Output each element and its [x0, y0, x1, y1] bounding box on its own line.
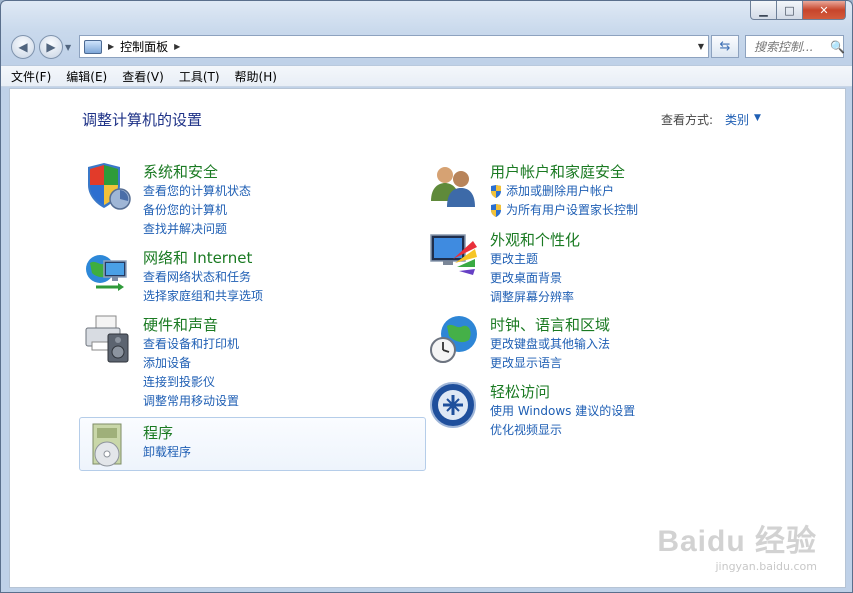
- network-globe-icon: [86, 255, 127, 291]
- link-backup-computer[interactable]: 备份您的计算机: [143, 201, 251, 220]
- chevron-down-icon[interactable]: ▼: [754, 113, 761, 123]
- link-recommended-settings[interactable]: 使用 Windows 建议的设置: [490, 402, 635, 421]
- ease-of-access-icon: [430, 382, 476, 428]
- printer-speaker-icon: [85, 315, 129, 363]
- back-button[interactable]: ◀: [11, 35, 35, 59]
- category-title[interactable]: 硬件和声音: [143, 314, 218, 335]
- link-label[interactable]: 添加或删除用户帐户: [506, 182, 614, 201]
- recent-pages-dropdown[interactable]: ▼: [65, 43, 71, 52]
- search-input[interactable]: [752, 38, 828, 55]
- link-label[interactable]: 为所有用户设置家长控制: [506, 201, 638, 220]
- link-display-language[interactable]: 更改显示语言: [490, 354, 610, 373]
- clock-globe-icon: [430, 316, 477, 363]
- link-add-device[interactable]: 添加设备: [143, 354, 239, 373]
- view-by-label: 查看方式:: [661, 113, 714, 127]
- view-by-dropdown[interactable]: 类别: [725, 111, 749, 128]
- link-change-background[interactable]: 更改桌面背景: [490, 269, 574, 288]
- control-panel-window: ▁ □ ✕ ◀ ▶ ▼ ▶ 控制面板 ▶ ▼ ⇆ 🔍 文件(F) 编辑(E) 查…: [0, 0, 853, 593]
- link-keyboard-input[interactable]: 更改键盘或其他输入法: [490, 335, 610, 354]
- breadcrumb-control-panel[interactable]: 控制面板: [120, 38, 168, 55]
- menu-help[interactable]: 帮助(H): [235, 68, 277, 85]
- address-bar[interactable]: ▶ 控制面板 ▶ ▼: [79, 35, 709, 58]
- refresh-icon: ⇆: [719, 39, 731, 54]
- control-panel-icon: [84, 39, 102, 54]
- close-button[interactable]: ✕: [803, 1, 846, 20]
- category-user-accounts: 用户帐户和家庭安全 添加或删除用户帐户 为所有用户设置家长控制: [429, 161, 769, 221]
- link-add-remove-accounts[interactable]: 添加或删除用户帐户: [490, 182, 638, 201]
- breadcrumb-separator-icon[interactable]: ▶: [108, 42, 114, 51]
- link-mobility-settings[interactable]: 调整常用移动设置: [143, 392, 239, 411]
- link-screen-resolution[interactable]: 调整屏幕分辨率: [490, 288, 574, 307]
- category-ease-of-access: 轻松访问 使用 Windows 建议的设置 优化视频显示: [429, 381, 769, 441]
- address-dropdown-icon[interactable]: ▼: [698, 42, 704, 51]
- back-arrow-icon: ◀: [18, 40, 28, 54]
- category-title[interactable]: 轻松访问: [490, 381, 550, 402]
- link-optimize-video[interactable]: 优化视频显示: [490, 421, 635, 440]
- category-title[interactable]: 网络和 Internet: [143, 247, 252, 268]
- menu-bar: 文件(F) 编辑(E) 查看(V) 工具(T) 帮助(H): [1, 65, 852, 87]
- breadcrumb-separator-icon[interactable]: ▶: [174, 42, 180, 51]
- menu-edit[interactable]: 编辑(E): [66, 68, 107, 85]
- menu-tools[interactable]: 工具(T): [179, 68, 220, 85]
- navigation-bar: ◀ ▶ ▼ ▶ 控制面板 ▶ ▼ ⇆ 🔍: [1, 29, 852, 63]
- maximize-button[interactable]: □: [777, 1, 803, 20]
- category-system-security: 系统和安全 查看您的计算机状态 备份您的计算机 查找并解决问题: [82, 161, 422, 241]
- forward-button[interactable]: ▶: [39, 35, 63, 59]
- link-change-theme[interactable]: 更改主题: [490, 250, 574, 269]
- refresh-button[interactable]: ⇆: [711, 35, 739, 58]
- search-icon[interactable]: 🔍: [830, 40, 845, 54]
- forward-arrow-icon: ▶: [46, 40, 56, 54]
- link-network-status[interactable]: 查看网络状态和任务: [143, 268, 263, 287]
- programs-disc-icon: [92, 423, 122, 467]
- category-title[interactable]: 用户帐户和家庭安全: [490, 161, 625, 182]
- category-title[interactable]: 时钟、语言和区域: [490, 314, 610, 335]
- shield-security-icon: [88, 163, 131, 210]
- watermark-logo: Baidu 经验: [657, 525, 817, 558]
- caption-buttons: ▁ □ ✕: [750, 1, 846, 20]
- category-title[interactable]: 系统和安全: [143, 161, 218, 182]
- category-hardware-sound: 硬件和声音 查看设备和打印机 添加设备 连接到投影仪 调整常用移动设置: [82, 314, 422, 414]
- users-icon: [431, 167, 475, 207]
- category-clock-language-region: 时钟、语言和区域 更改键盘或其他输入法 更改显示语言: [429, 314, 769, 374]
- minimize-button[interactable]: ▁: [750, 1, 777, 20]
- content-area: 调整计算机的设置 查看方式: 类别 ▼ 系统和安全 查看您的计算机状态 备份您的…: [9, 88, 846, 588]
- link-view-computer-status[interactable]: 查看您的计算机状态: [143, 182, 251, 201]
- uac-shield-icon: [491, 204, 501, 217]
- link-connect-projector[interactable]: 连接到投影仪: [143, 373, 239, 392]
- link-uninstall-program[interactable]: 卸载程序: [143, 443, 191, 462]
- link-parental-controls[interactable]: 为所有用户设置家长控制: [490, 201, 638, 220]
- search-box[interactable]: 🔍: [745, 35, 845, 58]
- uac-shield-icon: [491, 185, 501, 198]
- menu-view[interactable]: 查看(V): [122, 68, 164, 85]
- category-title[interactable]: 外观和个性化: [490, 229, 580, 250]
- menu-file[interactable]: 文件(F): [11, 68, 51, 85]
- page-title: 调整计算机的设置: [82, 111, 203, 129]
- baidu-watermark: Baidu 经验 jingyan.baidu.com: [657, 516, 817, 573]
- monitor-palette-icon: [430, 234, 477, 275]
- watermark-url: jingyan.baidu.com: [715, 560, 817, 573]
- category-title[interactable]: 程序: [143, 422, 173, 443]
- category-appearance: 外观和个性化 更改主题 更改桌面背景 调整屏幕分辨率: [429, 229, 769, 309]
- link-devices-printers[interactable]: 查看设备和打印机: [143, 335, 239, 354]
- category-network-internet: 网络和 Internet 查看网络状态和任务 选择家庭组和共享选项: [82, 247, 422, 307]
- category-programs[interactable]: 程序 卸载程序: [79, 417, 426, 471]
- link-find-fix-problems[interactable]: 查找并解决问题: [143, 220, 251, 239]
- link-homegroup-sharing[interactable]: 选择家庭组和共享选项: [143, 287, 263, 306]
